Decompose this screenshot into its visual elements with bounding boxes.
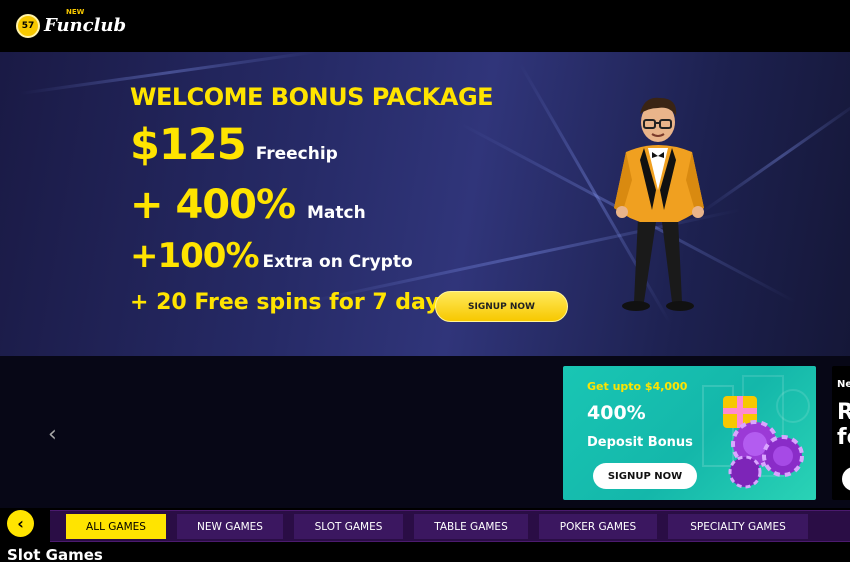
hero-line-free-spins: + 20 Free spins for 7 days <box>130 290 453 315</box>
promo-next-heading: R fo <box>837 400 850 451</box>
match-amount: + 400% <box>130 182 296 228</box>
site-logo[interactable]: 57 NEW Funclub <box>16 9 127 40</box>
freechip-amount: $125 <box>130 120 247 170</box>
logo-badge: 57 <box>21 21 35 31</box>
logo-text: Funclub <box>44 15 127 36</box>
tab-specialty-games[interactable]: SPECIALTY GAMES <box>668 514 808 539</box>
logo-wordmark: NEW Funclub <box>44 9 127 36</box>
hero-signup-button[interactable]: SIGNUP NOW <box>435 291 568 322</box>
section-title: Slot Games <box>7 546 103 562</box>
match-label: Match <box>307 203 366 223</box>
hero-title: WELCOME BONUS PACKAGE <box>130 83 494 111</box>
tab-poker-games[interactable]: POKER GAMES <box>539 514 657 539</box>
hero-banner: WELCOME BONUS PACKAGE $125 Freechip + 40… <box>0 52 850 356</box>
promo-next-label: Ne <box>837 379 850 390</box>
tab-slot-games[interactable]: SLOT GAMES <box>294 514 403 539</box>
logo-new-label: NEW <box>66 8 85 16</box>
promo-title: Deposit Bonus <box>587 435 693 450</box>
promo-signup-button[interactable]: SIGNUP NOW <box>593 463 697 489</box>
mascot-character-illustration <box>614 97 704 311</box>
top-bar: 57 NEW Funclub <box>0 0 850 52</box>
promo-upto-text: Get upto $4,000 <box>587 380 688 393</box>
carousel-prev-icon[interactable]: ‹ <box>48 422 57 447</box>
casino-chips-icon <box>723 396 804 489</box>
promo-card-deposit-bonus[interactable]: Get upto $4,000 400% Deposit Bonus SIGNU… <box>563 366 816 500</box>
freechip-label: Freechip <box>255 144 338 164</box>
hero-light-streak <box>699 97 850 215</box>
logo-coin-icon: 57 <box>16 14 40 38</box>
tabs-back-icon[interactable]: ‹ <box>7 510 34 537</box>
promo-card-next[interactable]: Ne R fo <box>832 366 850 500</box>
promo-percent: 400% <box>587 402 646 424</box>
hero-line-match: + 400% Match <box>130 182 366 228</box>
tab-table-games[interactable]: TABLE GAMES <box>414 514 528 539</box>
crypto-label: Extra on Crypto <box>262 252 413 272</box>
tab-all-games[interactable]: ALL GAMES <box>66 514 166 539</box>
page: 57 NEW Funclub WELCOME BONUS PACKAGE $12… <box>0 0 850 562</box>
crypto-amount: +100% <box>130 236 260 276</box>
hero-line-crypto: +100% Extra on Crypto <box>130 236 413 276</box>
hero-line-freechip: $125 Freechip <box>130 120 338 170</box>
promo-next-button[interactable] <box>842 467 850 491</box>
tab-new-games[interactable]: NEW GAMES <box>177 514 283 539</box>
